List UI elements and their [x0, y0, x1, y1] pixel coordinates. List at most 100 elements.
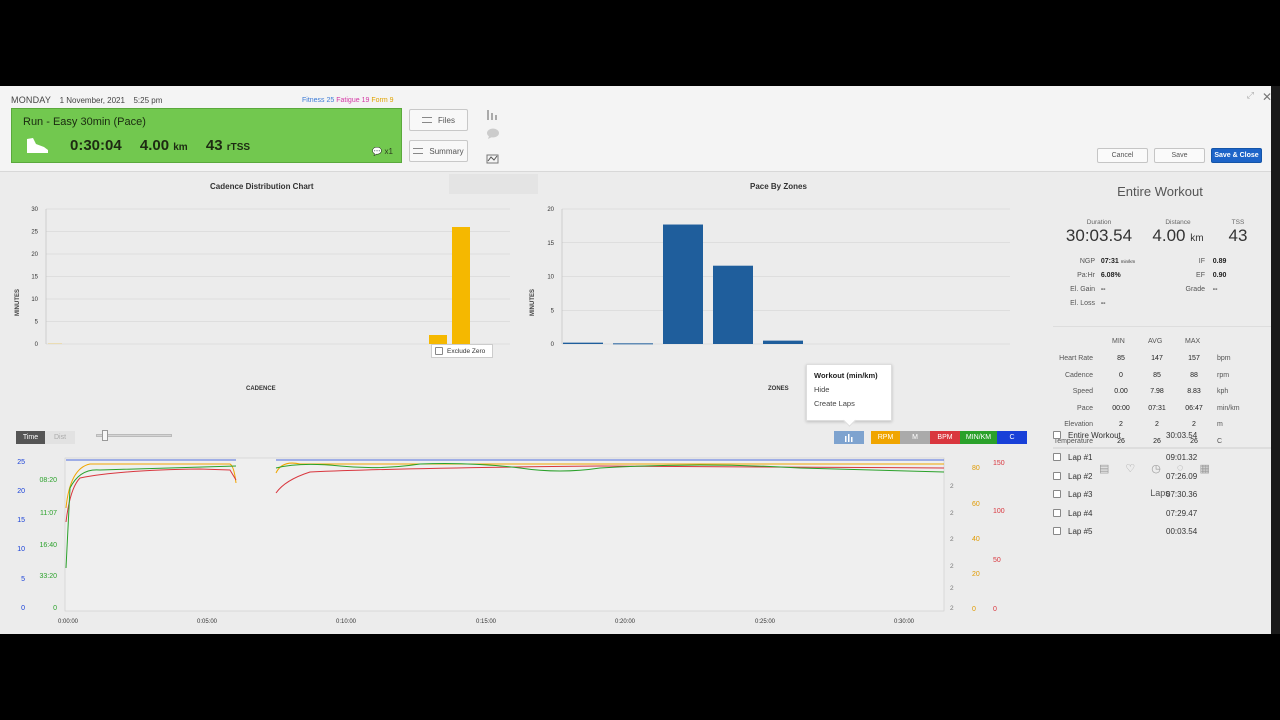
lap-checkbox[interactable] — [1053, 472, 1061, 480]
stat-name: Pace — [1077, 404, 1093, 412]
cancel-button[interactable]: Cancel — [1097, 148, 1148, 163]
lap-checkbox[interactable] — [1053, 453, 1061, 461]
tss-block: TSS 43 — [1223, 219, 1253, 246]
lap-row-entire[interactable]: Entire Workout 30:03.54 — [1053, 426, 1275, 444]
pace-bar — [763, 340, 803, 344]
lap-checkbox[interactable] — [1053, 431, 1061, 439]
lap-name: Lap #2 — [1068, 471, 1093, 481]
right-axis-hr-label: 50 — [993, 557, 1001, 564]
tss-label: TSS — [1231, 219, 1245, 226]
stat-max: 06:47 — [1185, 404, 1203, 412]
ngp-row: NGP 07:31 min/km — [1055, 258, 1135, 265]
analysis-tool-icon[interactable] — [485, 151, 501, 165]
right-axis-hr-label: 150 — [993, 460, 1005, 467]
stat-unit: min/km — [1217, 404, 1240, 412]
lap-checkbox[interactable] — [1053, 490, 1061, 498]
exclude-zero-label: Exclude Zero — [447, 347, 486, 355]
left-axis-pace-label: 5 — [21, 576, 25, 583]
comment-bubble-icon[interactable] — [485, 128, 501, 142]
left-axis-pace-label: 0 — [21, 605, 25, 612]
day-label: MONDAY — [11, 95, 52, 105]
lap-checkbox[interactable] — [1053, 527, 1061, 535]
summary-panel: Entire Workout Duration 30:03.54 Distanc… — [1045, 172, 1275, 634]
left-axis-speed-label: 33:20 — [39, 573, 57, 580]
series-minkm-button[interactable]: MIN/KM — [960, 431, 997, 444]
right-axis-cadence-label: 80 — [972, 465, 980, 472]
lap-time: 07:26.09 — [1166, 471, 1198, 481]
workout-card[interactable]: Run - Easy 30min (Pace) 0:30:04 4.00 km … — [11, 108, 402, 163]
menu-item-hide[interactable]: Hide — [807, 383, 891, 397]
lap-checkbox[interactable] — [1053, 509, 1061, 517]
series-c-button[interactable]: C — [997, 431, 1027, 444]
comments-count[interactable]: 💬 x1 — [372, 147, 393, 156]
elgain-row: El. Gain -- — [1055, 286, 1105, 293]
avg-header: AVG — [1148, 338, 1163, 345]
x-tick-label: 0:10:00 — [336, 619, 357, 625]
y-tick-label: 10 — [31, 297, 38, 303]
if-label: IF — [1198, 258, 1205, 265]
exclude-zero-box[interactable] — [435, 347, 443, 355]
save-button[interactable]: Save — [1154, 148, 1205, 163]
save-close-button[interactable]: Save & Close — [1211, 148, 1262, 163]
divider — [1053, 326, 1275, 327]
workout-tss-unit: rTSS — [226, 142, 251, 153]
summary-button-label: Summary — [429, 146, 464, 156]
bar-chart-icon[interactable] — [485, 108, 501, 122]
fitness-label: Fitness — [302, 97, 325, 104]
time-toggle[interactable]: Time — [16, 431, 45, 444]
workout-stats: 0:30:04 4.00 km 43 rTSS — [70, 137, 250, 154]
form-value: 9 — [389, 97, 394, 104]
y-tick-label: 20 — [31, 252, 38, 258]
workout-header: MONDAY 1 November, 2021 5:25 pm Fitness … — [0, 86, 1280, 172]
lap-row[interactable]: Lap #4 07:29.47 — [1053, 504, 1275, 522]
comments-count-label: x1 — [384, 147, 393, 156]
summary-icon — [413, 148, 424, 154]
summary-button[interactable]: Summary — [409, 140, 468, 162]
y-tick-label: 15 — [31, 275, 38, 281]
expand-icon[interactable]: ⤢ — [1247, 90, 1254, 101]
lap-time: 09:01.32 — [1166, 452, 1198, 462]
files-button[interactable]: Files — [409, 109, 468, 131]
lap-row[interactable]: Lap #5 00:03.54 — [1053, 522, 1275, 540]
zoom-slider-handle[interactable] — [102, 430, 108, 441]
right-axis-cadence-label: 40 — [972, 536, 980, 543]
dist-toggle[interactable]: Dist — [45, 431, 75, 444]
chart-type-button[interactable] — [834, 431, 864, 444]
lap-row[interactable]: Lap #1 09:01.32 — [1053, 448, 1275, 466]
grade-label: Grade — [1185, 286, 1205, 293]
stats-row: Cadence 0 85 88 rpm — [1045, 372, 1275, 386]
workout-duration: 0:30:04 — [70, 137, 122, 154]
right-axis-elevation-label: 2 — [950, 510, 954, 517]
x-tick-label: 0:20:00 — [615, 619, 636, 625]
elloss-value: -- — [1100, 300, 1106, 307]
exclude-zero-checkbox[interactable]: Exclude Zero — [431, 344, 493, 358]
menu-item-create-laps[interactable]: Create Laps — [807, 397, 891, 411]
workout-tss: 43 — [205, 137, 223, 154]
lap-name: Entire Workout — [1068, 430, 1121, 440]
lap-time: 30:03.54 — [1166, 430, 1198, 440]
series-rpm-button[interactable]: RPM — [871, 431, 900, 444]
pace-bar — [613, 343, 653, 345]
y-tick-label: 5 — [551, 308, 555, 314]
pace-chart: 0 5 10 15 20 — [547, 207, 1010, 348]
lap-row[interactable]: Lap #3 07:30.36 — [1053, 485, 1275, 503]
duration-block: Duration 30:03.54 — [1063, 219, 1135, 246]
files-button-label: Files — [438, 115, 455, 125]
y-tick-label: 0 — [35, 342, 39, 348]
series-m-button[interactable]: M — [900, 431, 930, 444]
stats-row: Pace 00:00 07:31 06:47 min/km — [1045, 405, 1275, 419]
bars-icon — [845, 433, 853, 442]
min-header: MIN — [1112, 338, 1125, 345]
right-axis-cadence-label: 0 — [972, 606, 976, 613]
right-axis-hr-label: 100 — [993, 508, 1005, 515]
tss-value: 43 — [1228, 226, 1248, 245]
left-axis-speed-label: 08:20 — [39, 477, 57, 484]
pace-bar — [663, 224, 703, 344]
left-axis-speed-label: 16:40 — [39, 542, 57, 549]
left-axis-pace-label: 10 — [17, 546, 25, 553]
lap-name: Lap #3 — [1068, 489, 1093, 499]
lap-time: 00:03.54 — [1166, 526, 1198, 536]
series-bpm-button[interactable]: BPM — [930, 431, 960, 444]
y-tick-label: 15 — [547, 241, 554, 247]
lap-row[interactable]: Lap #2 07:26.09 — [1053, 467, 1275, 485]
